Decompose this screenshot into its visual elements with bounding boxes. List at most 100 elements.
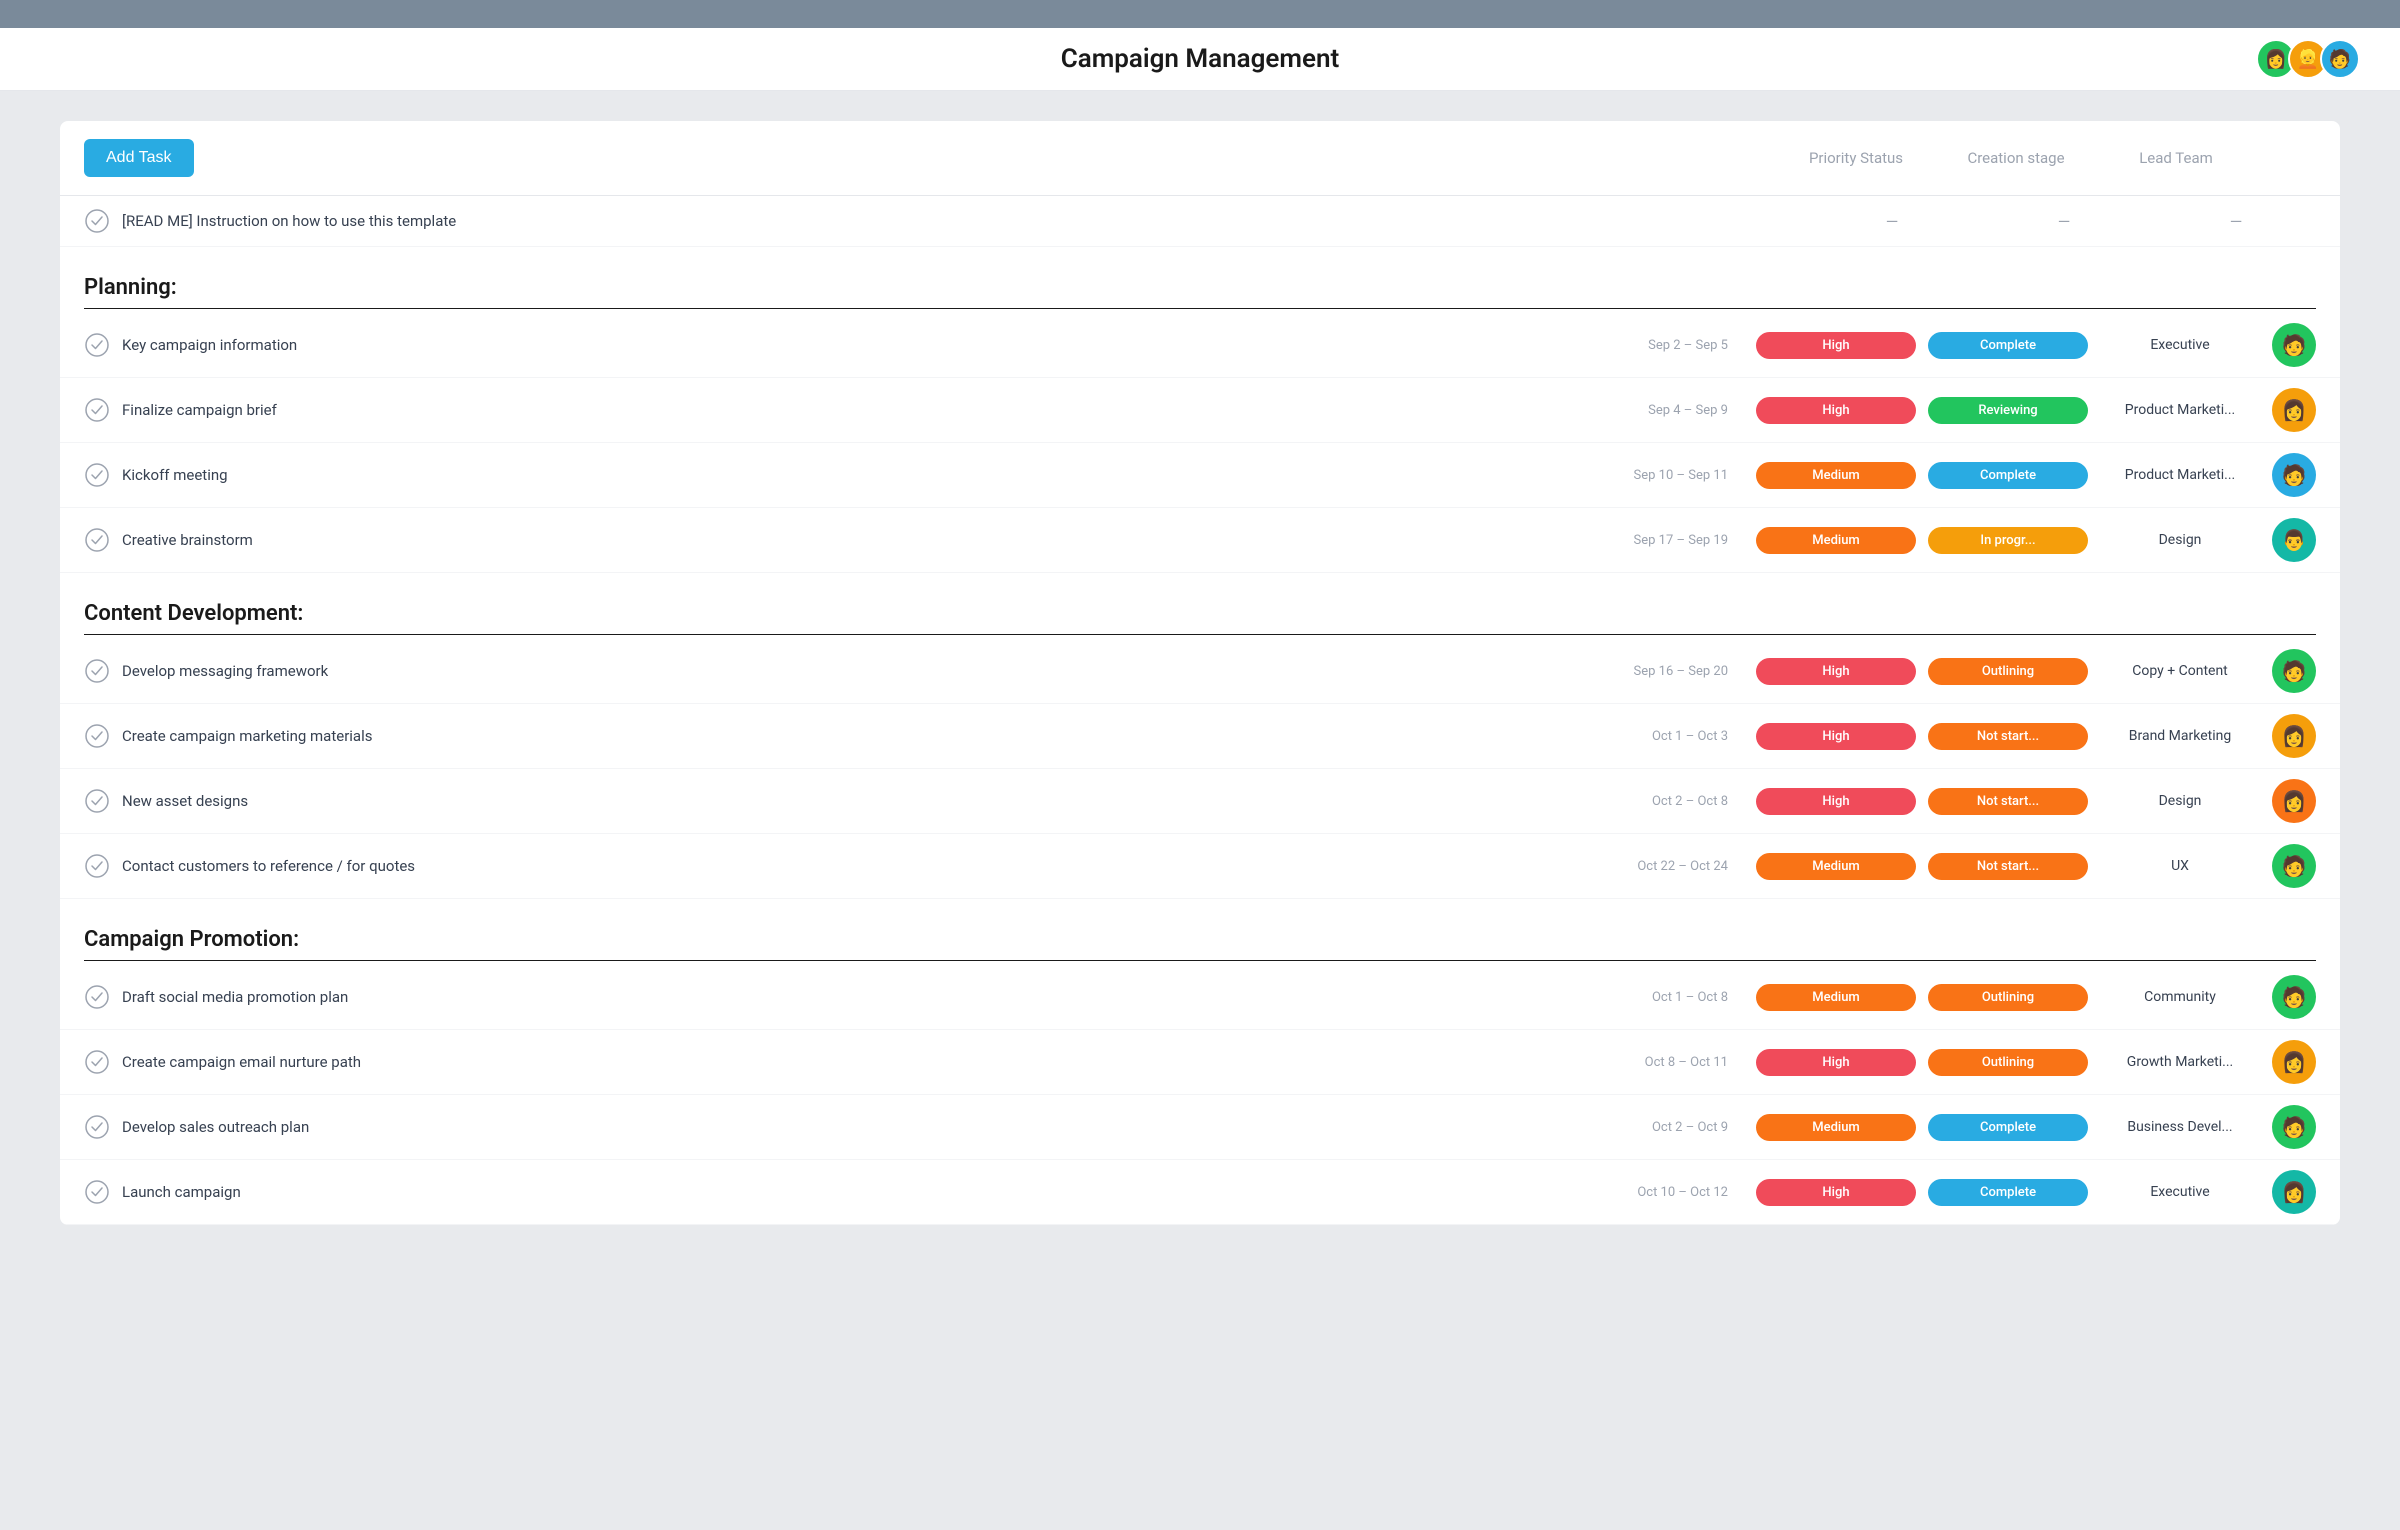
info-text: [READ ME] Instruction on how to use this… <box>122 212 1800 230</box>
column-headers: Priority Status Creation stage Lead Team <box>1776 149 2316 167</box>
task-row: New asset designs Oct 2 – Oct 8 High Not st… <box>60 769 2340 834</box>
task-row: Develop sales outreach planOct 2 – Oct 9… <box>60 1095 2340 1160</box>
team-cell: Executive <box>2100 337 2260 353</box>
team-cell: Product Marketi... <box>2100 402 2260 418</box>
page-title: Campaign Management <box>1061 44 1339 74</box>
task-check-icon <box>84 397 110 423</box>
priority-badge: Medium <box>1756 462 1916 489</box>
status-badge: Outlining <box>1928 1049 2088 1076</box>
header-avatars: 👩👱🧑 <box>2256 39 2360 79</box>
team-cell: Brand Marketing <box>2100 728 2260 744</box>
team-cell: UX <box>2100 858 2260 874</box>
status-badge: Outlining <box>1928 984 2088 1011</box>
task-name: New asset designs <box>122 792 1602 810</box>
task-name: Contact customers to reference / for quo… <box>122 857 1602 875</box>
avatar: 🧑 <box>2272 975 2316 1019</box>
priority-badge: High <box>1756 723 1916 750</box>
task-date: Oct 1 – Oct 8 <box>1614 990 1744 1005</box>
toolbar: Add Task Priority Status Creation stage … <box>60 121 2340 196</box>
header-avatar-2: 🧑 <box>2320 39 2360 79</box>
task-name: Draft social media promotion plan <box>122 988 1602 1006</box>
status-badge: Not start... <box>1928 788 2088 815</box>
section-title-2: Campaign Promotion: <box>84 927 299 952</box>
task-check-icon <box>84 788 110 814</box>
info-dash-2: — <box>1984 212 2144 231</box>
sections-container: Planning: Key campaign information Sep 2 … <box>60 247 2340 1225</box>
task-row: Key campaign informationSep 2 – Sep 5Hig… <box>60 313 2340 378</box>
avatar: 🧑 <box>2272 649 2316 693</box>
task-date: Oct 1 – Oct 3 <box>1614 729 1744 744</box>
avatar: 👩 <box>2272 1040 2316 1084</box>
priority-badge: High <box>1756 397 1916 424</box>
task-row: Kickoff meetingSep 10 – Sep 11MediumComp… <box>60 443 2340 508</box>
section-title-1: Content Development: <box>84 601 303 626</box>
task-row: Create campaign marketing materials Oct 1… <box>60 704 2340 769</box>
task-date: Oct 10 – Oct 12 <box>1614 1185 1744 1200</box>
task-row: Create campaign email nurture pathOct 8 … <box>60 1030 2340 1095</box>
task-check-icon <box>84 853 110 879</box>
team-column-header: Lead Team <box>2096 149 2256 167</box>
task-check-icon <box>84 723 110 749</box>
avatar: 🧑 <box>2272 1105 2316 1149</box>
team-cell: Community <box>2100 989 2260 1005</box>
task-date: Sep 4 – Sep 9 <box>1614 403 1744 418</box>
task-check-icon <box>84 527 110 553</box>
task-name: Create campaign marketing materials <box>122 727 1602 745</box>
team-cell: Design <box>2100 532 2260 548</box>
team-cell: Product Marketi... <box>2100 467 2260 483</box>
task-check-icon <box>84 1179 110 1205</box>
section-header-0: Planning: <box>60 247 2340 308</box>
task-name: Kickoff meeting <box>122 466 1602 484</box>
task-check-icon <box>84 1114 110 1140</box>
status-badge: Reviewing <box>1928 397 2088 424</box>
task-name: Key campaign information <box>122 336 1602 354</box>
priority-badge: High <box>1756 1049 1916 1076</box>
team-cell: Copy + Content <box>2100 663 2260 679</box>
team-cell: Design <box>2100 793 2260 809</box>
status-badge: Complete <box>1928 1179 2088 1206</box>
task-date: Sep 2 – Sep 5 <box>1614 338 1744 353</box>
section-header-2: Campaign Promotion: <box>60 899 2340 960</box>
priority-badge: High <box>1756 658 1916 685</box>
priority-badge: High <box>1756 1179 1916 1206</box>
task-check-icon <box>84 984 110 1010</box>
status-badge: Complete <box>1928 1114 2088 1141</box>
avatar: 👨 <box>2272 518 2316 562</box>
avatar: 👩 <box>2272 714 2316 758</box>
task-row: Develop messaging framework Sep 16 – Sep … <box>60 639 2340 704</box>
task-row: Finalize campaign brief Sep 4 – Sep 9 High… <box>60 378 2340 443</box>
section-title-0: Planning: <box>84 275 177 300</box>
team-cell: Business Devel... <box>2100 1119 2260 1135</box>
section-divider-0 <box>84 308 2316 309</box>
priority-badge: High <box>1756 788 1916 815</box>
header: Campaign Management 👩👱🧑 <box>0 28 2400 91</box>
task-name: Finalize campaign brief <box>122 401 1602 419</box>
task-check-icon <box>84 658 110 684</box>
task-date: Oct 22 – Oct 24 <box>1614 859 1744 874</box>
avatar: 🧑 <box>2272 323 2316 367</box>
task-name: Create campaign email nurture path <box>122 1053 1602 1071</box>
avatar: 👩 <box>2272 779 2316 823</box>
task-check-icon <box>84 1049 110 1075</box>
priority-badge: Medium <box>1756 1114 1916 1141</box>
section-divider-2 <box>84 960 2316 961</box>
task-date: Oct 2 – Oct 8 <box>1614 794 1744 809</box>
task-name: Develop messaging framework <box>122 662 1602 680</box>
section-header-1: Content Development: <box>60 573 2340 634</box>
status-badge: Complete <box>1928 332 2088 359</box>
add-task-button[interactable]: Add Task <box>84 139 194 177</box>
task-date: Oct 2 – Oct 9 <box>1614 1120 1744 1135</box>
priority-column-header: Priority Status <box>1776 149 1936 167</box>
main-content: Add Task Priority Status Creation stage … <box>0 91 2400 1255</box>
task-row: Creative brainstormSep 17 – Sep 19Medium… <box>60 508 2340 573</box>
status-badge: Outlining <box>1928 658 2088 685</box>
task-date: Sep 17 – Sep 19 <box>1614 533 1744 548</box>
status-badge: Complete <box>1928 462 2088 489</box>
status-badge: Not start... <box>1928 853 2088 880</box>
task-name: Launch campaign <box>122 1183 1602 1201</box>
task-check-icon <box>84 462 110 488</box>
task-date: Sep 16 – Sep 20 <box>1614 664 1744 679</box>
priority-badge: Medium <box>1756 527 1916 554</box>
task-row: Contact customers to reference / for quo… <box>60 834 2340 899</box>
top-bar <box>0 0 2400 28</box>
